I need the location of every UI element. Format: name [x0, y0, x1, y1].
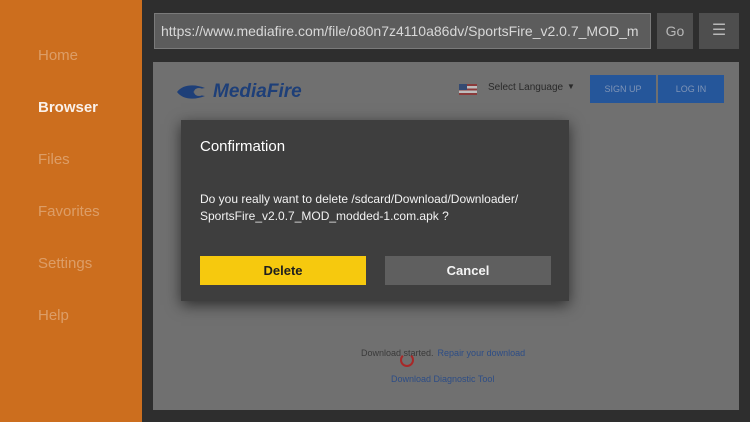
- mediafire-flame-icon: [177, 85, 205, 99]
- sidebar-item-files[interactable]: Files: [38, 151, 70, 168]
- sidebar-item-browser[interactable]: Browser: [38, 99, 98, 116]
- login-button[interactable]: LOG IN: [658, 75, 724, 103]
- cancel-button[interactable]: Cancel: [385, 256, 551, 285]
- mediafire-logo: MediaFire: [175, 78, 302, 106]
- dialog-message-line-1: Do you really want to delete /sdcard/Dow…: [200, 192, 519, 206]
- mediafire-logo-text: MediaFire: [213, 81, 302, 102]
- signup-button[interactable]: SIGN UP: [590, 75, 656, 103]
- sidebar: Home Browser Files Favorites Settings He…: [0, 0, 142, 422]
- confirmation-dialog: Confirmation Do you really want to delet…: [181, 120, 569, 301]
- us-flag-icon: [459, 84, 477, 95]
- sidebar-item-settings[interactable]: Settings: [38, 255, 92, 272]
- sidebar-item-favorites[interactable]: Favorites: [38, 203, 100, 220]
- download-status: Download started. Repair your download: [361, 348, 525, 358]
- loading-spinner-icon: [400, 353, 414, 367]
- dialog-message-line-2: SportsFire_v2.0.7_MOD_modded-1.com.apk ?: [200, 209, 449, 223]
- dialog-message: Do you really want to delete /sdcard/Dow…: [200, 191, 560, 225]
- diagnostic-tool-link[interactable]: Download Diagnostic Tool: [391, 374, 494, 384]
- dialog-title: Confirmation: [200, 138, 286, 155]
- go-button[interactable]: Go: [657, 13, 693, 49]
- repair-download-link[interactable]: Repair your download: [438, 348, 526, 358]
- language-select[interactable]: Select Language: [488, 82, 563, 93]
- caret-down-icon: ▼: [567, 82, 575, 91]
- hamburger-menu-icon[interactable]: ☰: [699, 13, 739, 49]
- sidebar-item-home[interactable]: Home: [38, 47, 78, 64]
- sidebar-item-help[interactable]: Help: [38, 307, 69, 324]
- download-status-text: Download started.: [361, 348, 434, 358]
- delete-button[interactable]: Delete: [200, 256, 366, 285]
- url-input[interactable]: https://www.mediafire.com/file/o80n7z411…: [154, 13, 651, 49]
